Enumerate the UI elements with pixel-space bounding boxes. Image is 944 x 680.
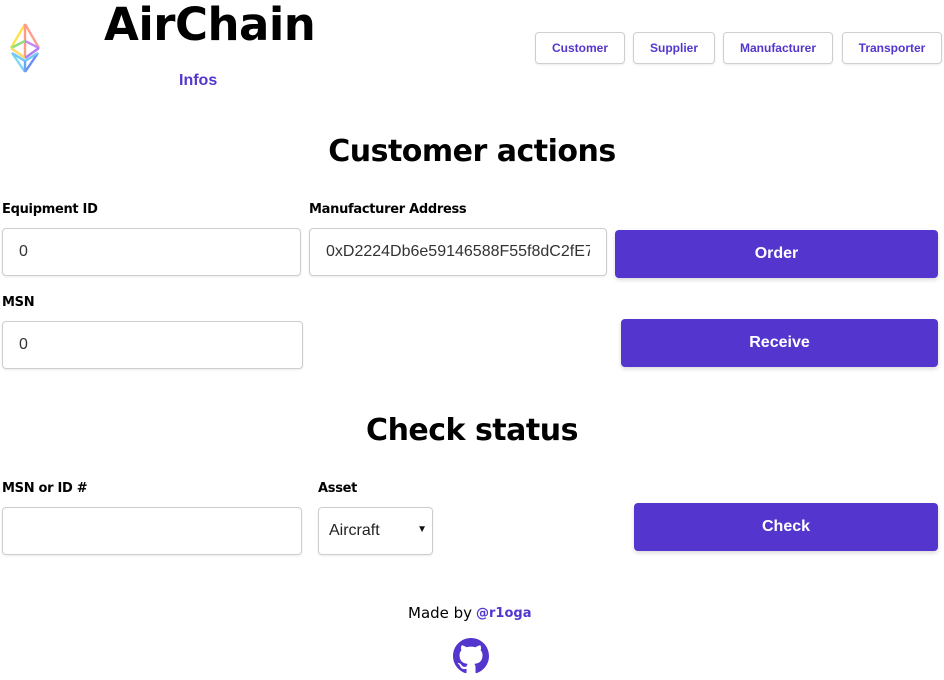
asset-selected-value: Aircraft <box>329 522 380 539</box>
nav-customer-button[interactable]: Customer <box>535 32 625 64</box>
asset-select[interactable]: Aircraft ▼ <box>318 507 433 555</box>
check-button[interactable]: Check <box>634 503 938 551</box>
ethereum-logo-icon <box>8 22 42 74</box>
manufacturer-address-input[interactable] <box>309 228 607 276</box>
customer-actions-heading: Customer actions <box>328 134 616 169</box>
msn-input[interactable] <box>2 321 303 369</box>
manufacturer-address-label: Manufacturer Address <box>309 202 467 217</box>
msn-label: MSN <box>2 295 35 310</box>
made-by-text: Made by <box>408 604 473 622</box>
msn-or-id-label: MSN or ID # <box>2 481 88 496</box>
check-status-heading: Check status <box>366 413 578 448</box>
receive-button[interactable]: Receive <box>621 319 938 367</box>
author-link[interactable]: @r1oga <box>476 606 531 621</box>
nav-manufacturer-button[interactable]: Manufacturer <box>723 32 833 64</box>
asset-label: Asset <box>318 481 358 496</box>
infos-link[interactable]: Infos <box>179 72 217 90</box>
dropdown-arrow-icon: ▼ <box>417 524 427 535</box>
msn-or-id-input[interactable] <box>2 507 302 555</box>
nav-supplier-button[interactable]: Supplier <box>633 32 715 64</box>
order-button[interactable]: Order <box>615 230 938 278</box>
brand-title: AirChain <box>104 0 316 51</box>
equipment-id-label: Equipment ID <box>2 202 98 217</box>
equipment-id-input[interactable] <box>2 228 301 276</box>
github-icon[interactable] <box>453 638 489 674</box>
nav-transporter-button[interactable]: Transporter <box>842 32 942 64</box>
